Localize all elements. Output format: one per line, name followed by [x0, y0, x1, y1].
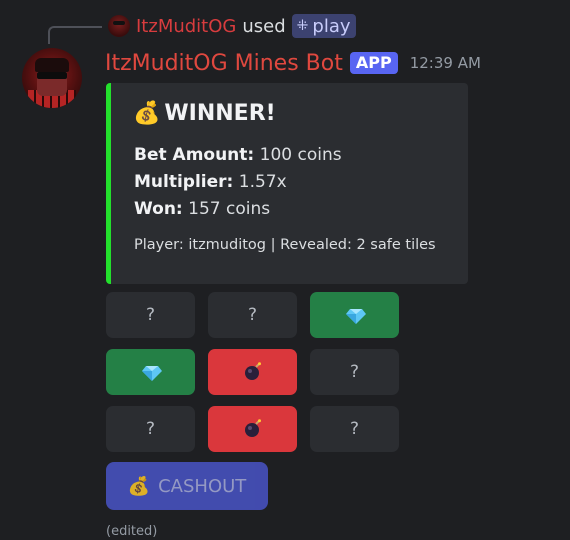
money-bag-icon: 💰: [127, 475, 151, 497]
field-bet-amount: Bet Amount: 100 coins: [134, 145, 342, 165]
user-mini-avatar[interactable]: [108, 15, 130, 37]
mine-tile-safe[interactable]: [106, 349, 195, 395]
field-multiplier: Multiplier: 1.57x: [134, 172, 287, 192]
field-won: Won: 157 coins: [134, 199, 270, 219]
used-text: used: [242, 15, 286, 37]
result-embed: 💰 WINNER! Bet Amount: 100 coins Multipli…: [106, 83, 468, 284]
mine-tile-hidden[interactable]: ?: [106, 292, 195, 338]
field-label: Bet Amount:: [134, 145, 255, 165]
embed-title: 💰 WINNER!: [133, 101, 276, 126]
mine-tile-bomb[interactable]: [208, 349, 297, 395]
bomb-icon: [243, 419, 263, 439]
field-label: Won:: [134, 199, 183, 219]
mine-tile-hidden[interactable]: ?: [106, 406, 195, 452]
slash-command-icon: ⁜: [296, 18, 309, 34]
message-header: ItzMuditOG Mines Bot APP 12:39 AM: [105, 49, 481, 77]
bot-username[interactable]: ItzMuditOG Mines Bot: [105, 51, 343, 76]
command-usage-line: ItzMuditOG used ⁜ play: [108, 13, 356, 39]
embed-footer: Player: itzmuditog | Revealed: 2 safe ti…: [134, 237, 436, 253]
cashout-label: CASHOUT: [158, 475, 247, 497]
bomb-icon: [243, 362, 263, 382]
tile-label: ?: [247, 305, 258, 325]
mine-tile-safe[interactable]: [310, 292, 399, 338]
diamond-icon: [345, 308, 366, 324]
reply-connector: [48, 26, 102, 44]
field-value: 1.57x: [238, 172, 287, 192]
tile-label: ?: [145, 305, 156, 325]
field-label: Multiplier:: [134, 172, 234, 192]
field-value: 100 coins: [259, 145, 342, 165]
tile-label: ?: [349, 419, 360, 439]
message-timestamp[interactable]: 12:39 AM: [410, 54, 481, 72]
money-bag-icon: 💰: [133, 101, 161, 126]
cashout-button[interactable]: 💰 CASHOUT: [106, 462, 268, 510]
mine-tile-hidden[interactable]: ?: [310, 406, 399, 452]
mine-tile-hidden[interactable]: ?: [310, 349, 399, 395]
tile-label: ?: [349, 362, 360, 382]
command-chip[interactable]: ⁜ play: [291, 14, 356, 38]
mine-tile-hidden[interactable]: ?: [208, 292, 297, 338]
edited-marker: (edited): [106, 524, 158, 539]
field-value: 157 coins: [188, 199, 271, 219]
bot-message: ItzMuditOG used ⁜ play ItzMuditOG Mines …: [0, 0, 570, 540]
embed-title-text: WINNER!: [164, 101, 276, 126]
app-badge: APP: [349, 52, 398, 74]
invoker-username[interactable]: ItzMuditOG: [136, 16, 236, 37]
tile-label: ?: [145, 419, 156, 439]
bot-avatar[interactable]: [22, 48, 82, 108]
diamond-icon: [141, 365, 162, 381]
command-name: play: [312, 15, 351, 37]
mine-tile-bomb[interactable]: [208, 406, 297, 452]
